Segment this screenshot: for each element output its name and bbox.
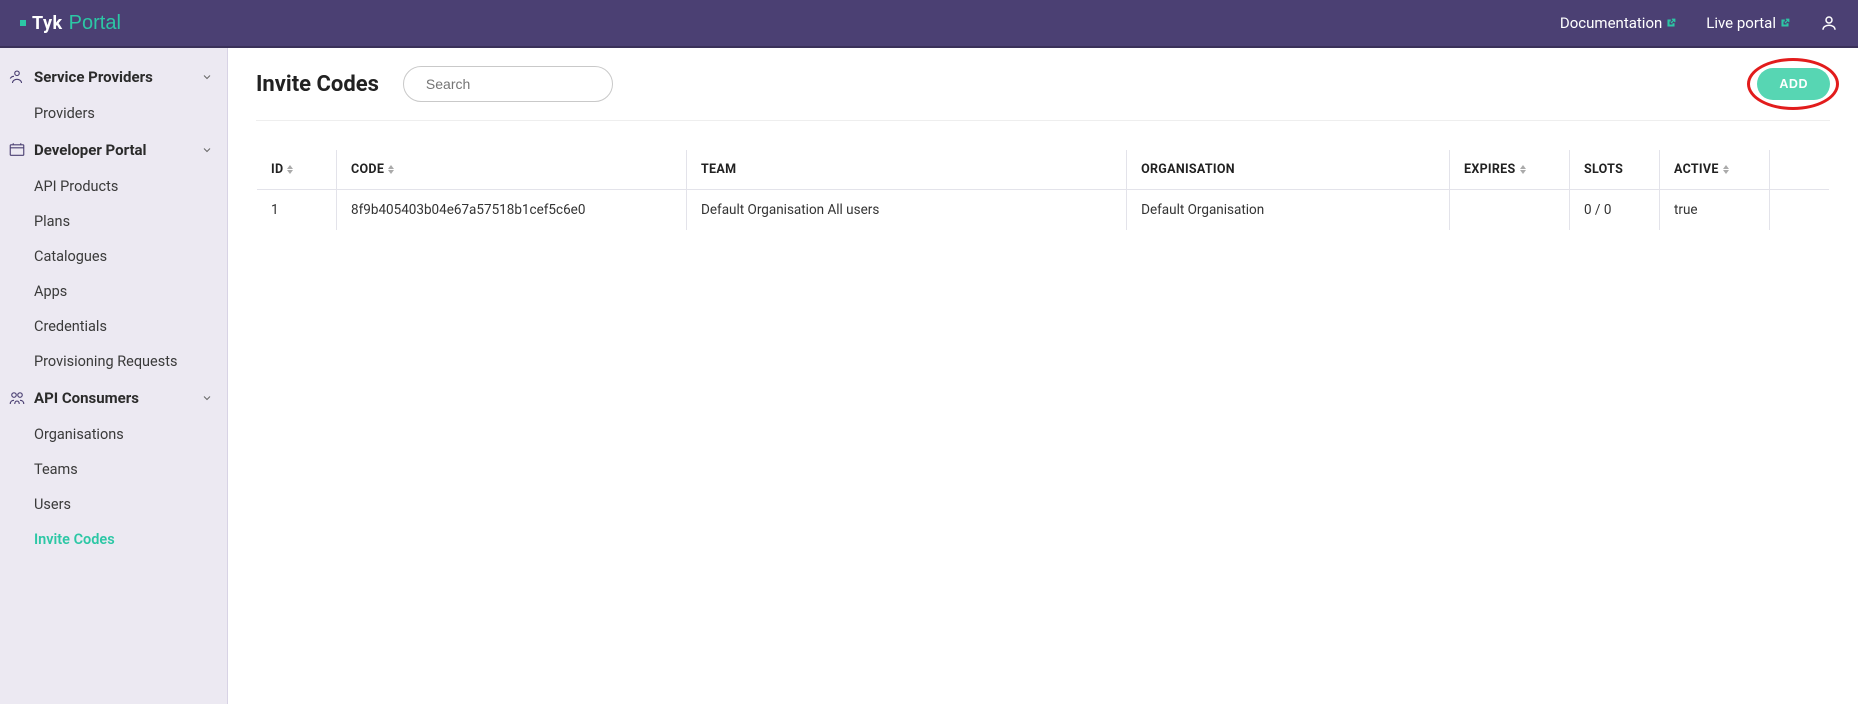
nav-section-api-consumers[interactable]: API Consumers <box>0 379 227 417</box>
user-icon <box>1820 14 1838 32</box>
sidebar-item-credentials[interactable]: Credentials <box>0 309 227 344</box>
th-team[interactable]: TEAM <box>687 150 1127 190</box>
add-button[interactable]: ADD <box>1757 68 1830 100</box>
sort-icon <box>388 165 394 174</box>
sidebar-item-catalogues[interactable]: Catalogues <box>0 239 227 274</box>
search-input[interactable] <box>426 76 607 92</box>
external-link-icon <box>1780 18 1790 28</box>
consumers-icon <box>8 389 26 407</box>
th-organisation[interactable]: ORGANISATION <box>1127 150 1450 190</box>
sidebar-item-apps[interactable]: Apps <box>0 274 227 309</box>
table-header-row: ID CODE TEAM ORGANISATION EXPIRES SLOTS … <box>257 150 1830 190</box>
sort-icon <box>1520 165 1526 174</box>
cell-expires <box>1450 190 1570 231</box>
th-expires[interactable]: EXPIRES <box>1450 150 1570 190</box>
documentation-label: Documentation <box>1560 14 1662 32</box>
page-title: Invite Codes <box>256 72 379 97</box>
nav-section-label: Service Providers <box>34 68 153 86</box>
cell-active: true <box>1660 190 1770 231</box>
search-box[interactable] <box>403 66 613 102</box>
table-row[interactable]: 1 8f9b405403b04e67a57518b1cef5c6e0 Defau… <box>257 190 1830 231</box>
th-actions <box>1770 150 1830 190</box>
sidebar-item-api-products[interactable]: API Products <box>0 169 227 204</box>
sidebar-item-provisioning-requests[interactable]: Provisioning Requests <box>0 344 227 379</box>
user-menu[interactable] <box>1820 14 1838 32</box>
page-header: Invite Codes ADD <box>256 66 1830 121</box>
nav-section-label: API Consumers <box>34 389 139 407</box>
nav-section-label: Developer Portal <box>34 141 147 159</box>
main-content: Invite Codes ADD ID CODE TEAM ORGANISATI… <box>228 48 1858 704</box>
topbar: Tyk Portal Documentation Live portal <box>0 0 1858 48</box>
provider-icon <box>8 68 26 86</box>
sidebar-item-users[interactable]: Users <box>0 487 227 522</box>
sidebar-item-providers[interactable]: Providers <box>0 96 227 131</box>
chevron-down-icon <box>201 392 213 404</box>
external-link-icon <box>1666 18 1676 28</box>
cell-code: 8f9b405403b04e67a57518b1cef5c6e0 <box>337 190 687 231</box>
nav-section-developer-portal[interactable]: Developer Portal <box>0 131 227 169</box>
chevron-down-icon <box>201 144 213 156</box>
cell-team: Default Organisation All users <box>687 190 1127 231</box>
chevron-down-icon <box>201 71 213 83</box>
sort-icon <box>287 165 293 174</box>
th-code[interactable]: CODE <box>337 150 687 190</box>
sort-icon <box>1723 165 1729 174</box>
live-portal-link[interactable]: Live portal <box>1706 14 1790 32</box>
invite-codes-table: ID CODE TEAM ORGANISATION EXPIRES SLOTS … <box>256 149 1830 231</box>
cell-slots: 0 / 0 <box>1570 190 1660 231</box>
sidebar-item-invite-codes[interactable]: Invite Codes <box>0 522 227 557</box>
th-active[interactable]: ACTIVE <box>1660 150 1770 190</box>
brand: Tyk Portal <box>20 12 121 35</box>
live-portal-label: Live portal <box>1706 14 1776 32</box>
brand-name: Tyk <box>32 13 63 34</box>
nav-section-service-providers[interactable]: Service Providers <box>0 58 227 96</box>
brand-dot <box>20 20 26 26</box>
top-links: Documentation Live portal <box>1560 14 1838 32</box>
sidebar-item-organisations[interactable]: Organisations <box>0 417 227 452</box>
th-slots[interactable]: SLOTS <box>1570 150 1660 190</box>
brand-sub: Portal <box>69 12 121 35</box>
cell-actions <box>1770 190 1830 231</box>
cell-organisation: Default Organisation <box>1127 190 1450 231</box>
sidebar-item-plans[interactable]: Plans <box>0 204 227 239</box>
documentation-link[interactable]: Documentation <box>1560 14 1676 32</box>
sidebar-item-teams[interactable]: Teams <box>0 452 227 487</box>
th-id[interactable]: ID <box>257 150 337 190</box>
cell-id: 1 <box>257 190 337 231</box>
sidebar: Service Providers Providers Developer Po… <box>0 48 228 704</box>
portal-icon <box>8 141 26 159</box>
